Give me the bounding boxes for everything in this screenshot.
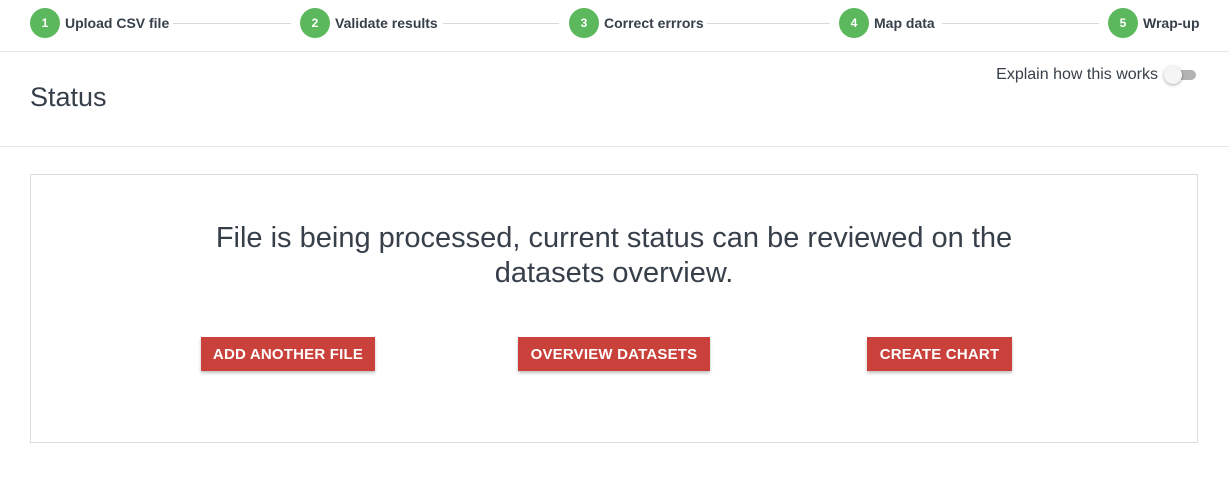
step-correct-errors[interactable]: 3 Correct errrors bbox=[569, 8, 704, 38]
step-label: Upload CSV file bbox=[65, 15, 170, 31]
step-label: Correct errrors bbox=[604, 15, 704, 31]
step-connector bbox=[443, 23, 559, 24]
step-number-badge: 2 bbox=[300, 8, 330, 38]
explain-label: Explain how this works bbox=[996, 66, 1158, 83]
step-upload-csv[interactable]: 1 Upload CSV file bbox=[30, 8, 169, 38]
step-wrap-up[interactable]: 5 Wrap-up bbox=[1108, 8, 1200, 38]
step-label: Map data bbox=[874, 15, 935, 31]
step-number-badge: 3 bbox=[569, 8, 599, 38]
wizard-stepper: 1 Upload CSV file 2 Validate results 3 C… bbox=[0, 0, 1229, 52]
step-label: Validate results bbox=[335, 15, 438, 31]
step-connector bbox=[942, 23, 1099, 24]
step-number-badge: 1 bbox=[30, 8, 60, 38]
overview-datasets-button[interactable]: OVERVIEW DATASETS bbox=[518, 337, 710, 371]
add-another-file-button[interactable]: ADD ANOTHER FILE bbox=[201, 337, 375, 371]
step-connector bbox=[707, 23, 830, 24]
step-number-badge: 5 bbox=[1108, 8, 1138, 38]
status-message: File is being processed, current status … bbox=[215, 222, 1013, 289]
status-card: File is being processed, current status … bbox=[30, 174, 1198, 443]
step-validate-results[interactable]: 2 Validate results bbox=[300, 8, 438, 38]
explain-toggle[interactable] bbox=[1164, 66, 1196, 84]
page-header: Status Explain how this works bbox=[0, 52, 1229, 147]
step-connector bbox=[173, 23, 291, 24]
step-label: Wrap-up bbox=[1143, 15, 1200, 31]
toggle-knob bbox=[1164, 66, 1182, 84]
step-map-data[interactable]: 4 Map data bbox=[839, 8, 935, 38]
explain-toggle-group: Explain how this works bbox=[996, 66, 1196, 84]
create-chart-button[interactable]: CREATE CHART bbox=[867, 337, 1012, 371]
step-number-badge: 4 bbox=[839, 8, 869, 38]
page-title: Status bbox=[30, 82, 107, 112]
